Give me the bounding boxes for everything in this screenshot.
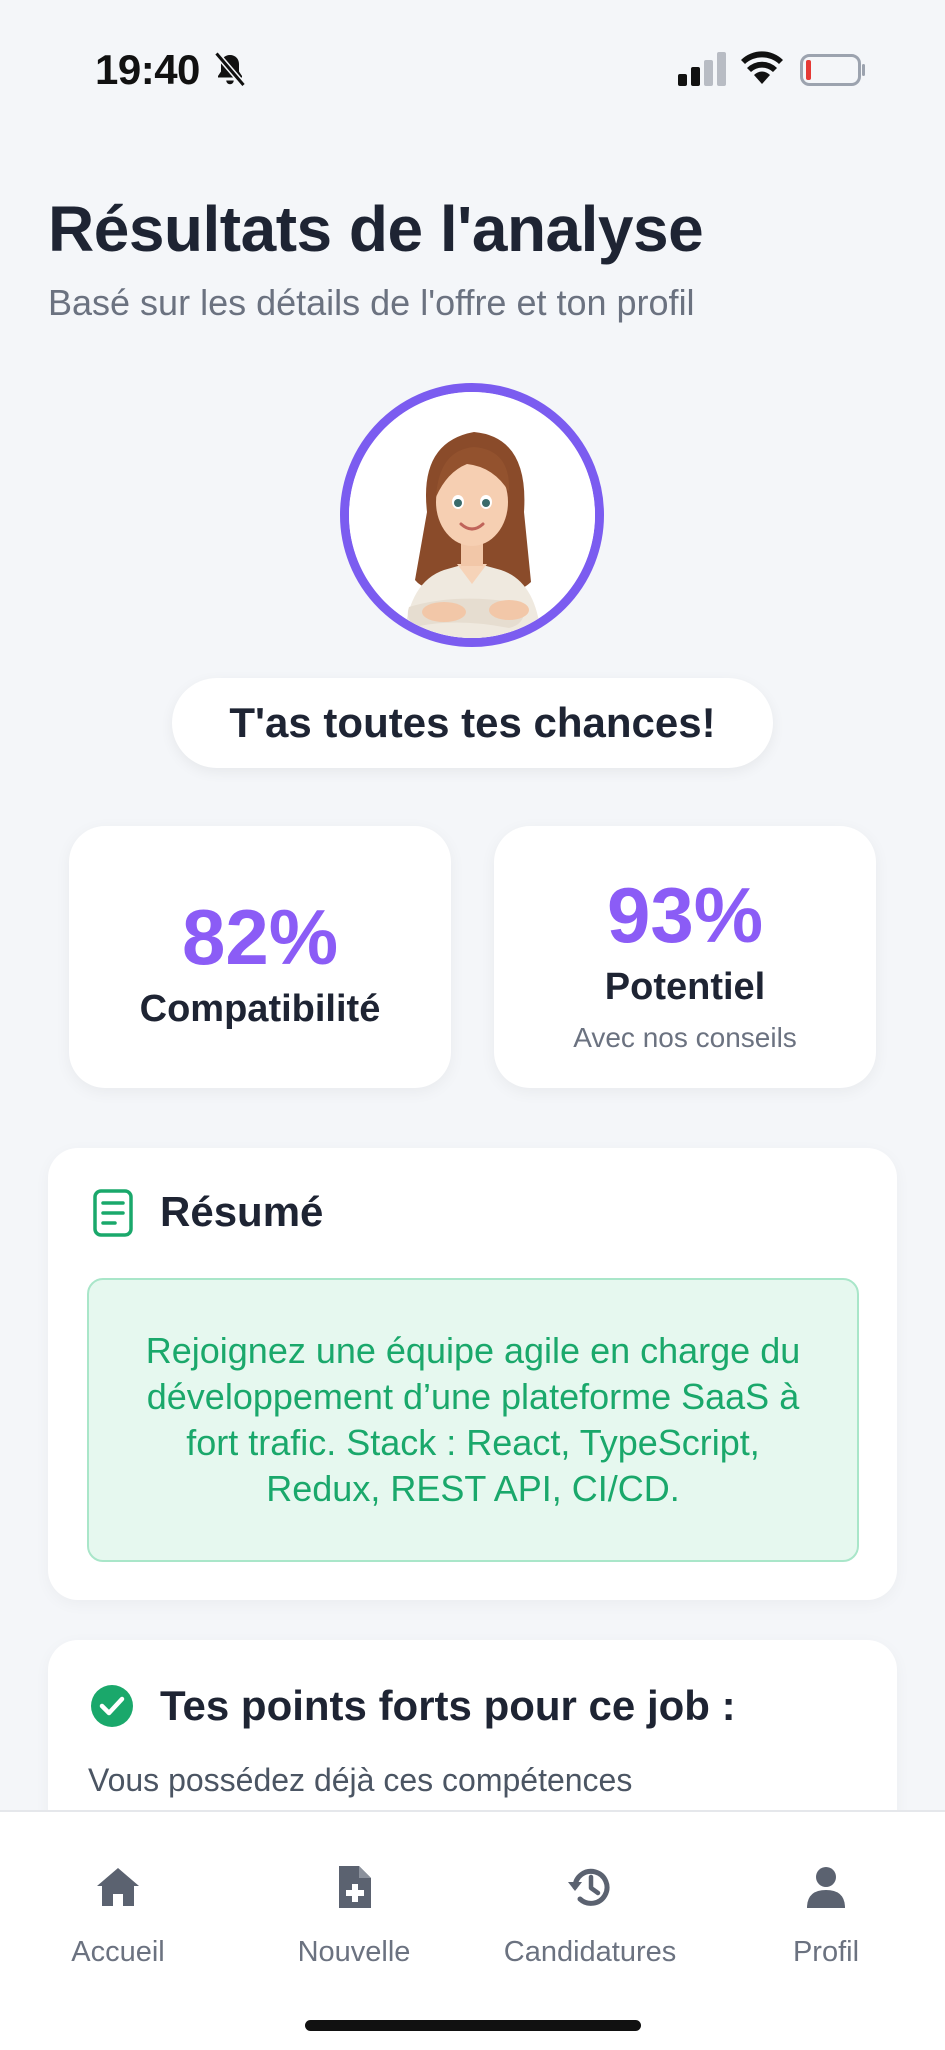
summary-text: Rejoignez une équipe agile en charge du … <box>87 1278 859 1562</box>
user-icon <box>807 1867 845 1908</box>
document-icon <box>93 1189 133 1237</box>
summary-title: Résumé <box>160 1188 324 1235</box>
check-circle-icon <box>91 1685 133 1727</box>
status-bar: 19:40 <box>0 0 945 140</box>
summary-card: Résumé Rejoignez une équipe agile en cha… <box>48 1148 897 1600</box>
compatibility-card: 82% Compatibilité <box>69 826 451 1088</box>
home-indicator[interactable] <box>305 2020 641 2031</box>
nav-label-nouvelle: Nouvelle <box>297 1936 411 1968</box>
compatibility-value: 82% <box>181 893 339 981</box>
potential-value: 93% <box>606 871 764 959</box>
strengths-title: Tes points forts pour ce job : <box>160 1682 736 1729</box>
nav-label-candidatures: Candidatures <box>503 1936 677 1968</box>
chances-banner: T'as toutes tes chances! <box>172 678 773 768</box>
history-icon <box>568 1868 610 1906</box>
nav-item-accueil[interactable]: Accueil <box>0 1862 236 1969</box>
bell-off-icon <box>214 51 246 87</box>
nav-item-nouvelle[interactable]: Nouvelle <box>236 1862 472 1969</box>
page-subtitle: Basé sur les détails de l'offre et ton p… <box>48 282 695 323</box>
potential-label: Potentiel <box>604 966 766 1008</box>
wifi-icon <box>741 51 783 84</box>
potential-card: 93% Potentiel Avec nos conseils <box>494 826 876 1088</box>
avatar <box>340 383 604 647</box>
nav-label-profil: Profil <box>792 1936 860 1968</box>
home-icon <box>97 1868 139 1906</box>
strengths-text: Vous possédez déjà ces compétences <box>88 1762 633 1798</box>
nav-item-profil[interactable]: Profil <box>708 1862 944 1969</box>
new-document-icon <box>339 1866 371 1908</box>
compatibility-label: Compatibilité <box>139 988 381 1030</box>
status-time: 19:40 <box>95 46 200 93</box>
avatar-illustration <box>349 392 595 638</box>
bottom-navigation: Accueil Nouvelle Candidatures Profil <box>0 1810 945 2050</box>
nav-label-accueil: Accueil <box>71 1936 165 1968</box>
potential-note: Avec nos conseils <box>573 1022 797 1053</box>
cellular-signal-icon <box>678 52 726 86</box>
battery-low-icon <box>800 54 865 86</box>
page-title: Résultats de l'analyse <box>48 193 704 265</box>
nav-item-candidatures[interactable]: Candidatures <box>472 1862 708 1969</box>
